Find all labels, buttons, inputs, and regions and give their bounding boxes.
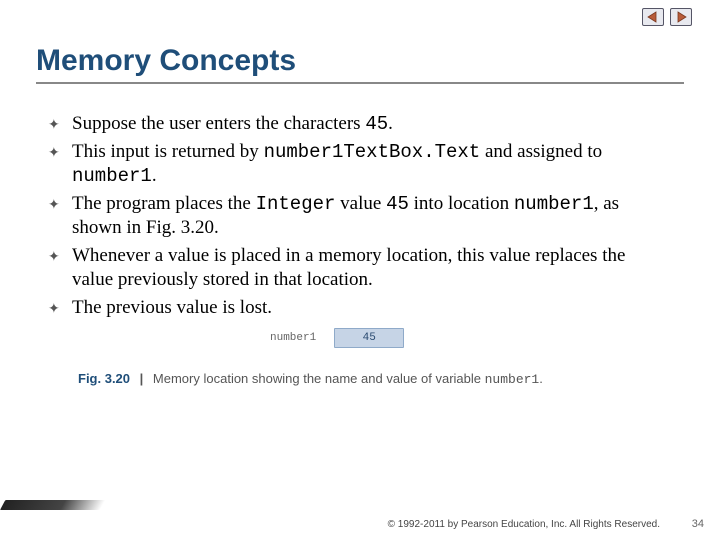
list-item: ✦ Whenever a value is placed in a memory…	[48, 244, 658, 292]
text-run: into location	[409, 193, 514, 214]
bullet-text: Whenever a value is placed in a memory l…	[72, 244, 658, 292]
bullet-icon: ✦	[48, 192, 72, 240]
title-underline	[36, 82, 684, 84]
code-run: number1TextBox.Text	[264, 141, 481, 163]
text-run: .	[388, 113, 393, 134]
list-item: ✦ The previous value is lost.	[48, 296, 658, 320]
code-run: number1	[72, 165, 152, 187]
list-item: ✦ Suppose the user enters the characters…	[48, 112, 658, 136]
text-run: The program places the	[72, 193, 256, 214]
code-run: Integer	[256, 193, 336, 215]
bullet-icon: ✦	[48, 244, 72, 292]
decorative-swoosh	[0, 500, 105, 510]
bullet-text: This input is returned by number1TextBox…	[72, 140, 658, 188]
figure-diagram: number1 45	[270, 328, 404, 348]
text-run: The previous value is lost.	[72, 297, 272, 318]
page-title: Memory Concepts	[36, 44, 296, 78]
text-run: Whenever a value is placed in a memory l…	[72, 245, 625, 290]
caption-divider: |	[140, 371, 144, 386]
slide: Memory Concepts ✦ Suppose the user enter…	[0, 0, 720, 540]
code-run: number1	[514, 193, 594, 215]
code-run: 45	[386, 193, 409, 215]
bullet-text: The program places the Integer value 45 …	[72, 192, 658, 240]
text-run: value	[335, 193, 386, 214]
figure-value-box: 45	[334, 328, 404, 348]
figure-var-label: number1	[270, 332, 316, 344]
bullet-icon: ✦	[48, 296, 72, 320]
list-item: ✦ The program places the Integer value 4…	[48, 192, 658, 240]
next-button[interactable]	[670, 8, 692, 26]
caption-fignum: Fig. 3.20	[78, 371, 130, 386]
page-number: 34	[692, 518, 704, 530]
list-item: ✦ This input is returned by number1TextB…	[48, 140, 658, 188]
bullet-icon: ✦	[48, 140, 72, 188]
copyright-text: © 1992-2011 by Pearson Education, Inc. A…	[0, 519, 660, 530]
bullet-text: The previous value is lost.	[72, 296, 272, 320]
figure-caption: Fig. 3.20 | Memory location showing the …	[78, 370, 598, 389]
text-run: .	[152, 165, 157, 186]
bullet-text: Suppose the user enters the characters 4…	[72, 112, 393, 136]
code-run: 45	[365, 113, 388, 135]
bullet-list: ✦ Suppose the user enters the characters…	[48, 112, 658, 324]
caption-code: number1	[485, 372, 540, 387]
next-triangle-icon	[675, 11, 687, 23]
nav-buttons	[642, 8, 692, 26]
caption-text: .	[539, 371, 543, 386]
text-run: Suppose the user enters the characters	[72, 113, 365, 134]
text-run: and assigned to	[480, 141, 602, 162]
text-run: This input is returned by	[72, 141, 264, 162]
prev-triangle-icon	[647, 11, 659, 23]
caption-text: Memory location showing the name and val…	[153, 371, 485, 386]
prev-button[interactable]	[642, 8, 664, 26]
bullet-icon: ✦	[48, 112, 72, 136]
